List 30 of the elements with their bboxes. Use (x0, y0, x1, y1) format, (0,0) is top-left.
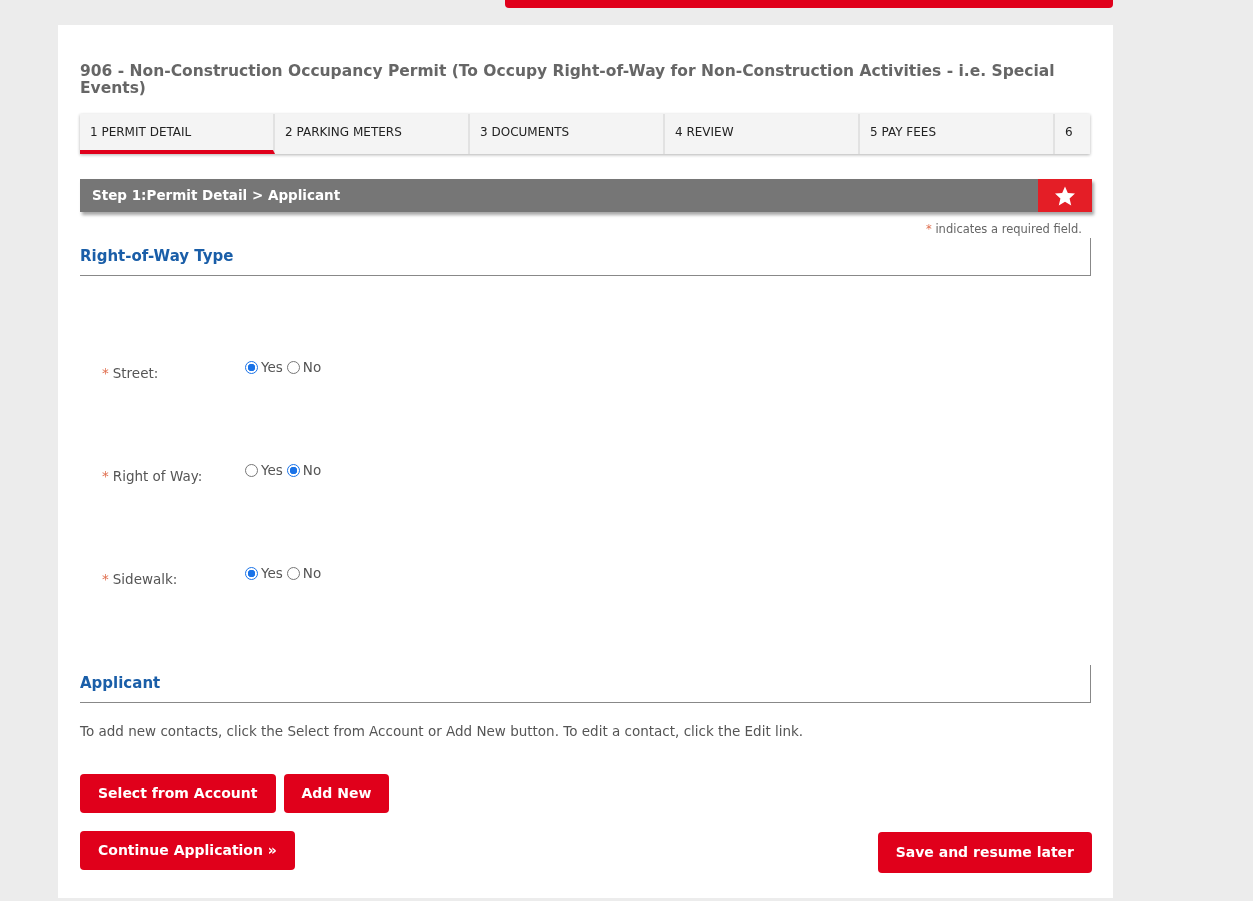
section-title: Right-of-Way Type (80, 245, 234, 267)
step-heading: Step 1:Permit Detail > Applicant (92, 186, 341, 206)
section-title: Applicant (80, 672, 161, 694)
radio-option[interactable]: Yes (245, 357, 283, 378)
step-tab[interactable]: 1 PERMIT DETAIL (80, 114, 275, 155)
step-tab[interactable]: 5 PAY FEES (860, 114, 1055, 155)
step-tab[interactable]: 6 (1055, 114, 1090, 155)
radio-option[interactable]: No (286, 460, 322, 481)
required-asterisk: * (102, 468, 109, 485)
favorite-button[interactable] (1038, 179, 1092, 213)
required-asterisk: * (926, 222, 932, 237)
action-button[interactable]: Add New (283, 773, 390, 813)
field-label: Sidewalk: (112, 571, 178, 588)
step-tab[interactable]: 4 REVIEW (665, 114, 860, 155)
radio-option[interactable]: Yes (245, 563, 283, 584)
required-note: indicates a required field. (935, 222, 1082, 237)
radio-option[interactable]: No (286, 563, 322, 584)
step-tab[interactable]: 3 DOCUMENTS (470, 114, 665, 155)
step-tab[interactable]: 2 PARKING METERS (275, 114, 470, 155)
field-label: Street: (112, 365, 159, 382)
field-label: Right of Way: (112, 468, 203, 485)
radio-option[interactable]: Yes (245, 460, 283, 481)
continue-button[interactable]: Continue Application » (80, 830, 295, 870)
required-asterisk: * (102, 571, 109, 588)
action-button[interactable]: Select from Account (80, 773, 276, 813)
instructions-text: To add new contacts, click the Select from Account or Add New button. To edit a contact, click the Edit link. (80, 722, 805, 742)
save-button[interactable]: Save and resume later (877, 831, 1092, 873)
radio-option[interactable]: No (286, 357, 322, 378)
required-asterisk: * (102, 365, 109, 382)
page-title: 906 - Non-Construction Occupancy Permit (To Occupy Right-of-Way for Non-Construction Activities - i.e. Special Events) (80, 63, 1056, 98)
